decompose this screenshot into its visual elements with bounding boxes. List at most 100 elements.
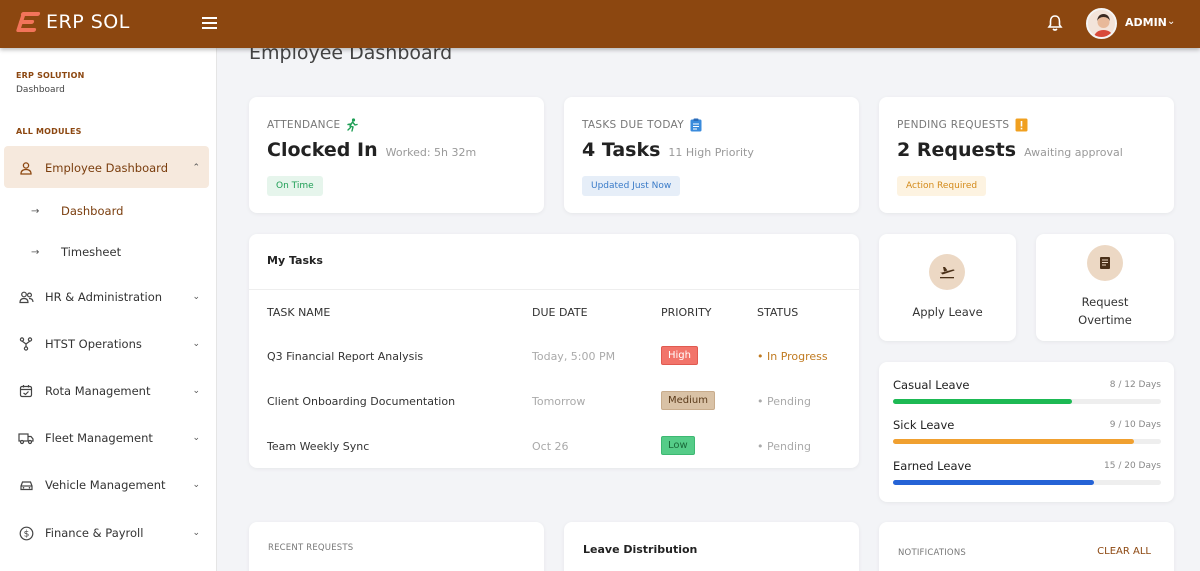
my-tasks-card: My Tasks TASK NAME DUE DATE PRIORITY STA…	[249, 234, 859, 468]
action-label: Apply Leave	[912, 305, 983, 319]
clipboard-icon	[690, 118, 702, 132]
stat-label: PENDING REQUESTS	[897, 118, 1028, 132]
network-icon	[18, 336, 34, 352]
progress-bar	[893, 399, 1161, 404]
chevron-down-icon: ⌄	[192, 339, 200, 349]
chevron-down-icon: ⌄	[192, 386, 200, 396]
request-overtime-button[interactable]: Request Overtime	[1036, 234, 1174, 341]
leave-type: Sick Leave	[893, 418, 955, 432]
stat-value: 2 Requests	[897, 139, 1017, 161]
leave-type: Casual Leave	[893, 378, 970, 392]
task-status: • In Progress	[757, 350, 828, 363]
sidebar-item-employee-dashboard[interactable]: Employee Dashboard ⌃	[18, 158, 200, 178]
leave-type: Earned Leave	[893, 459, 972, 473]
sidebar-item-rota-management[interactable]: Rota Management ⌄	[18, 381, 200, 401]
user-name[interactable]: ADMIN	[1125, 16, 1167, 29]
app-logo[interactable]: ERP SOL	[15, 11, 130, 33]
task-due: Oct 26	[532, 440, 569, 453]
dollar-icon: $	[18, 525, 34, 541]
stat-main: 2 Requests Awaiting approval	[897, 139, 1123, 161]
task-due: Tomorrow	[532, 395, 586, 408]
stat-main: 4 Tasks 11 High Priority	[582, 139, 754, 161]
calendar-icon	[18, 383, 34, 399]
priority-badge: Medium	[661, 391, 715, 410]
sidebar-item-label: HR & Administration	[45, 290, 163, 304]
leave-balance-card: Casual Leave 8 / 12 Days Sick Leave 9 / …	[879, 362, 1174, 502]
sidebar-item-label: Rota Management	[45, 384, 151, 398]
column-header[interactable]: TASK NAME	[267, 306, 330, 319]
user-icon	[18, 160, 34, 176]
stat-card-tasks: TASKS DUE TODAY 4 Tasks 11 High Priority…	[564, 97, 859, 213]
apply-leave-button[interactable]: Apply Leave	[879, 234, 1016, 341]
bell-icon[interactable]	[1045, 13, 1065, 33]
recent-requests-card: RECENT REQUESTS	[249, 522, 544, 571]
sidebar-item-vehicle-management[interactable]: Vehicle Management ⌄	[18, 475, 200, 495]
stat-note: Awaiting approval	[1024, 146, 1123, 159]
stat-label-text: TASKS DUE TODAY	[582, 119, 684, 131]
progress-bar	[893, 480, 1161, 485]
alert-icon	[1015, 118, 1028, 132]
chevron-down-icon[interactable]: ⌄	[1167, 16, 1175, 27]
clear-all-button[interactable]: CLEAR ALL	[1097, 546, 1151, 557]
card-title: My Tasks	[267, 254, 323, 267]
car-icon	[18, 477, 34, 493]
chevron-down-icon: ⌄	[192, 480, 200, 490]
stat-value: Clocked In	[267, 139, 378, 161]
column-header[interactable]: PRIORITY	[661, 306, 712, 319]
chevron-up-icon: ⌃	[192, 163, 200, 173]
notifications-card: NOTIFICATIONS CLEAR ALL	[879, 522, 1174, 571]
sidebar-item-hr-administration[interactable]: HR & Administration ⌄	[18, 287, 200, 307]
chevron-down-icon: ⌄	[192, 433, 200, 443]
leave-count: 15 / 20 Days	[1104, 461, 1161, 471]
stat-label-text: PENDING REQUESTS	[897, 119, 1010, 131]
document-icon	[1087, 245, 1123, 281]
sidebar-item-label: Finance & Payroll	[45, 526, 144, 540]
progress-fill	[893, 439, 1135, 444]
card-title: Leave Distribution	[583, 543, 698, 556]
stat-label-text: ATTENDANCE	[267, 119, 341, 131]
chevron-down-icon: ⌄	[192, 528, 200, 538]
sidebar-org: ERP SOLUTION	[16, 71, 85, 80]
sidebar-item-label: Fleet Management	[45, 431, 153, 445]
sidebar-item-fleet-management[interactable]: Fleet Management ⌄	[18, 428, 200, 448]
logo-mark-icon	[15, 11, 41, 33]
column-header[interactable]: STATUS	[757, 306, 798, 319]
column-header[interactable]: DUE DATE	[532, 306, 588, 319]
status-badge: Action Required	[897, 176, 987, 196]
task-name[interactable]: Client Onboarding Documentation	[267, 395, 455, 408]
chevron-down-icon: ⌄	[192, 292, 200, 302]
sidebar-subitem-label: Dashboard	[61, 204, 124, 218]
sidebar-subitem-dashboard[interactable]: → Dashboard	[31, 202, 123, 220]
truck-icon	[18, 430, 34, 446]
stat-value: 4 Tasks	[582, 139, 661, 161]
running-person-icon	[347, 118, 359, 132]
leave-count: 8 / 12 Days	[1109, 380, 1161, 390]
sidebar: ERP SOLUTION Dashboard ALL MODULES Emplo…	[0, 48, 217, 571]
sidebar-item-label: Vehicle Management	[45, 478, 166, 492]
status-badge: On Time	[267, 176, 323, 196]
card-title: NOTIFICATIONS	[898, 548, 966, 558]
task-status: • Pending	[757, 440, 811, 453]
stat-label: ATTENDANCE	[267, 118, 359, 132]
sidebar-subitem-timesheet[interactable]: → Timesheet	[31, 243, 121, 261]
sidebar-section-title: ALL MODULES	[16, 127, 82, 136]
arrow-right-icon: →	[31, 246, 40, 258]
leave-distribution-card: Leave Distribution	[564, 522, 859, 571]
task-name[interactable]: Team Weekly Sync	[267, 440, 369, 453]
task-name[interactable]: Q3 Financial Report Analysis	[267, 350, 423, 363]
action-label: Request Overtime	[1078, 295, 1132, 327]
task-status: • Pending	[757, 395, 811, 408]
status-badge: Updated Just Now	[582, 176, 681, 196]
menu-toggle-icon[interactable]	[202, 17, 217, 29]
app-name: ERP SOL	[46, 11, 130, 33]
priority-badge: High	[661, 346, 698, 365]
arrow-right-icon: →	[31, 205, 40, 217]
task-due: Today, 5:00 PM	[532, 350, 616, 363]
stat-note: Worked: 5h 32m	[385, 146, 477, 159]
sidebar-item-htst-operations[interactable]: HTST Operations ⌄	[18, 334, 200, 354]
plane-icon	[929, 254, 965, 290]
stat-card-requests: PENDING REQUESTS 2 Requests Awaiting app…	[879, 97, 1174, 213]
progress-bar	[893, 439, 1161, 444]
sidebar-item-finance-payroll[interactable]: $ Finance & Payroll ⌄	[18, 523, 200, 543]
avatar[interactable]	[1086, 8, 1117, 39]
